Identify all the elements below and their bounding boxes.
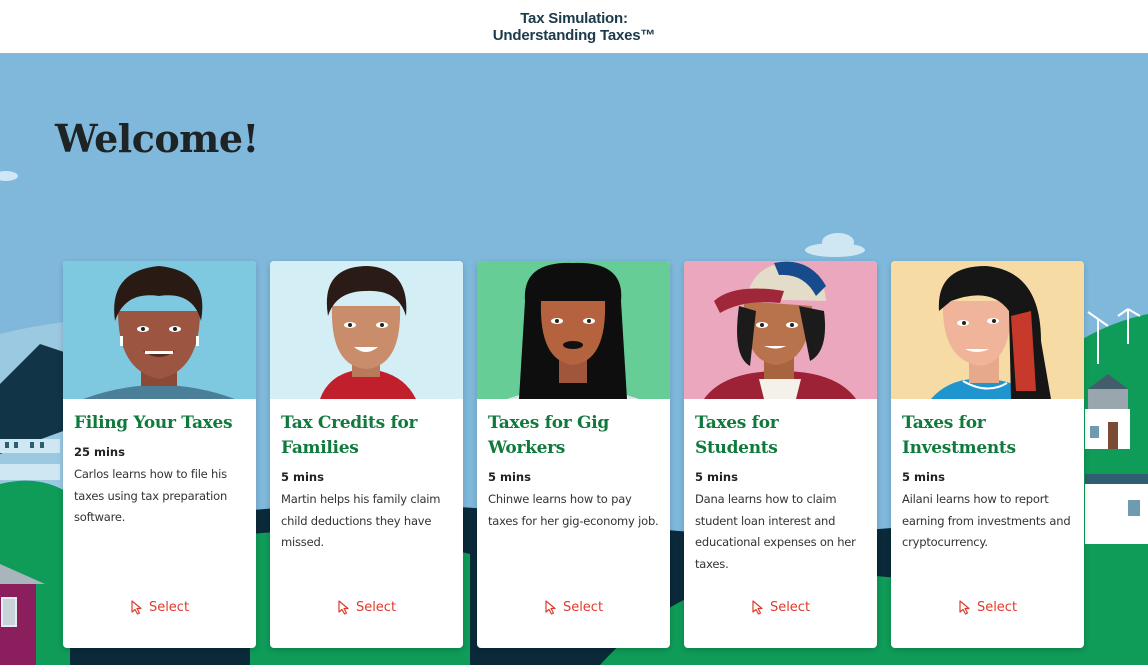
card-title: Taxes for Investments <box>902 413 1016 458</box>
app-header: Tax Simulation: Understanding Taxes™ <box>0 0 1148 54</box>
character-portrait-carlos <box>63 261 256 399</box>
select-button[interactable]: Select <box>477 597 670 617</box>
ailani-portrait-icon <box>931 266 1051 399</box>
card-title: Tax Credits for Families <box>281 413 418 458</box>
card-description: Carlos learns how to file his taxes usin… <box>74 467 228 524</box>
select-button[interactable]: Select <box>684 597 877 617</box>
pointer-cursor-icon <box>131 599 142 615</box>
card-duration: 25 mins <box>74 445 125 459</box>
pointer-cursor-icon <box>959 599 970 615</box>
card-duration: 5 mins <box>488 470 531 484</box>
chinwe-portrait-icon <box>507 262 639 399</box>
card-duration: 5 mins <box>695 470 738 484</box>
card-duration: 5 mins <box>902 470 945 484</box>
card-title: Taxes for Gig Workers <box>488 413 609 458</box>
select-button[interactable]: Select <box>270 597 463 617</box>
select-button-label: Select <box>976 599 1018 615</box>
dana-portrait-icon <box>704 261 856 399</box>
card-title: Filing Your Taxes <box>74 413 233 433</box>
select-button-label: Select <box>355 599 397 615</box>
select-button[interactable]: Select <box>63 597 256 617</box>
select-button[interactable]: Select <box>891 597 1084 617</box>
simulation-card-taxes-for-gig-workers[interactable]: Taxes for Gig Workers 5 mins Chinwe lear… <box>477 261 670 648</box>
select-button-label: Select <box>148 599 190 615</box>
simulation-card-filing-your-taxes[interactable]: Filing Your Taxes 25 mins Carlos learns … <box>63 261 256 648</box>
welcome-heading: Welcome! <box>55 116 259 161</box>
card-description: Ailani learns how to report earning from… <box>902 492 1071 549</box>
card-title: Taxes for Students <box>695 413 779 458</box>
app-title-line2: Understanding Taxes™ <box>492 26 656 44</box>
app-title-line1: Tax Simulation: <box>520 9 628 27</box>
martin-portrait-icon <box>320 266 416 399</box>
card-description: Dana learns how to claim student loan in… <box>695 492 856 571</box>
character-portrait-dana <box>684 261 877 399</box>
simulation-card-list: Filing Your Taxes 25 mins Carlos learns … <box>63 261 1084 648</box>
pointer-cursor-icon <box>752 599 763 615</box>
carlos-portrait-icon <box>83 266 235 399</box>
character-portrait-martin <box>270 261 463 399</box>
pointer-cursor-icon <box>338 599 349 615</box>
simulation-card-tax-credits-for-families[interactable]: Tax Credits for Families 5 mins Martin h… <box>270 261 463 648</box>
select-button-label: Select <box>562 599 604 615</box>
select-button-label: Select <box>769 599 811 615</box>
card-description: Chinwe learns how to pay taxes for her g… <box>488 492 659 528</box>
simulation-card-taxes-for-investments[interactable]: Taxes for Investments 5 mins Ailani lear… <box>891 261 1084 648</box>
character-portrait-chinwe <box>477 261 670 399</box>
card-description: Martin helps his family claim child dedu… <box>281 492 441 549</box>
character-portrait-ailani <box>891 261 1084 399</box>
card-duration: 5 mins <box>281 470 324 484</box>
pointer-cursor-icon <box>545 599 556 615</box>
simulation-card-taxes-for-students[interactable]: Taxes for Students 5 mins Dana learns ho… <box>684 261 877 648</box>
